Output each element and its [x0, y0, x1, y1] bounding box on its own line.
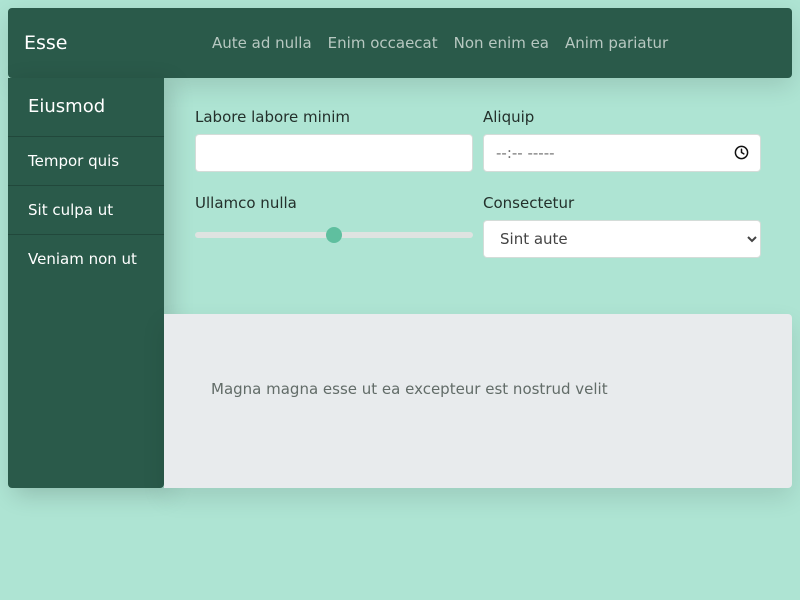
clock-icon[interactable]: [734, 145, 749, 160]
nav-link-2[interactable]: Enim occaecat: [328, 34, 438, 52]
top-navbar: Esse Aute ad nulla Enim occaecat Non eni…: [8, 8, 792, 78]
nav-link-1[interactable]: Aute ad nulla: [212, 34, 312, 52]
content-panel: Magna magna esse ut ea excepteur est nos…: [164, 314, 792, 488]
time-field-wrapper: [483, 134, 761, 172]
field2-label: Aliquip: [483, 108, 535, 126]
form-group-1: Labore labore minim: [195, 108, 473, 172]
sidebar-item-1[interactable]: Tempor quis: [8, 136, 164, 185]
sidebar-heading: Eiusmod: [28, 96, 106, 117]
sidebar: Eiusmod Tempor quis Sit culpa ut Veniam …: [8, 78, 164, 488]
field4-label: Consectetur: [483, 194, 575, 212]
time-input[interactable]: [483, 134, 761, 172]
sidebar-item-2[interactable]: Sit culpa ut: [8, 185, 164, 234]
range-slider[interactable]: [195, 220, 473, 258]
nav-link-4[interactable]: Anim pariatur: [565, 34, 668, 52]
select-dropdown[interactable]: Sint aute: [483, 220, 761, 258]
field3-label: Ullamco nulla: [195, 194, 297, 212]
slider-thumb[interactable]: [326, 227, 342, 243]
text-input[interactable]: [195, 134, 473, 172]
field1-label: Labore labore minim: [195, 108, 351, 126]
brand-link[interactable]: Esse: [24, 8, 68, 78]
panel-text: Magna magna esse ut ea excepteur est nos…: [211, 380, 608, 398]
nav-link-3[interactable]: Non enim ea: [454, 34, 549, 52]
sidebar-item-3[interactable]: Veniam non ut: [8, 234, 164, 283]
nav-links: Aute ad nulla Enim occaecat Non enim ea …: [212, 8, 684, 78]
form-group-2: Aliquip: [483, 108, 761, 172]
form-group-4: Consectetur Sint aute: [483, 194, 761, 258]
form-area: Labore labore minim Aliquip Ullamco null…: [195, 108, 761, 278]
form-group-3: Ullamco nulla: [195, 194, 473, 258]
